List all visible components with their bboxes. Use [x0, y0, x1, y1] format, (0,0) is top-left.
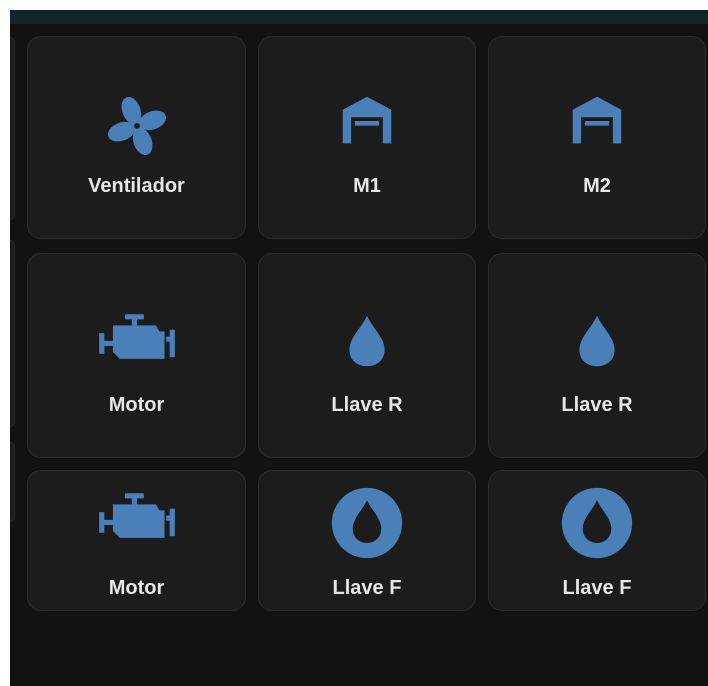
tile-label: Motor	[108, 394, 165, 416]
water-drop-icon	[575, 312, 619, 370]
tile-label: M1	[353, 175, 381, 197]
tile-label: M2	[583, 175, 611, 197]
tile-label: Llave F	[562, 577, 632, 599]
offscreen-card-edge	[10, 240, 15, 427]
top-bar	[10, 10, 708, 24]
tile-label: Llave F	[332, 577, 402, 599]
engine-icon	[94, 312, 180, 368]
tile-motor[interactable]: Motor	[27, 470, 246, 611]
tile-m1[interactable]: M1	[258, 36, 476, 239]
engine-icon	[94, 491, 180, 547]
tile-label: Motor	[108, 577, 165, 599]
water-drop-icon	[345, 312, 389, 370]
garage-icon	[339, 93, 395, 149]
fan-icon	[99, 93, 175, 159]
tile-llave-r[interactable]: Llave R	[258, 253, 476, 458]
tile-ventilador[interactable]: Ventilador	[27, 36, 246, 239]
garage-icon	[569, 93, 625, 149]
tile-llave-f[interactable]: Llave F	[488, 470, 706, 611]
tile-label: Ventilador	[88, 175, 185, 197]
tile-label: Llave R	[561, 394, 633, 416]
offscreen-card-edge	[10, 442, 15, 522]
tile-llave-r[interactable]: Llave R	[488, 253, 706, 458]
tile-m2[interactable]: M2	[488, 36, 706, 239]
tile-label: Llave R	[331, 394, 403, 416]
dashboard: Ventilador M1 M2 Motor Llave R Llave R M…	[10, 10, 708, 686]
tile-llave-f[interactable]: Llave F	[258, 470, 476, 611]
water-ring-icon	[559, 485, 635, 561]
offscreen-card-edge	[10, 37, 15, 220]
water-ring-icon	[329, 485, 405, 561]
tile-motor[interactable]: Motor	[27, 253, 246, 458]
